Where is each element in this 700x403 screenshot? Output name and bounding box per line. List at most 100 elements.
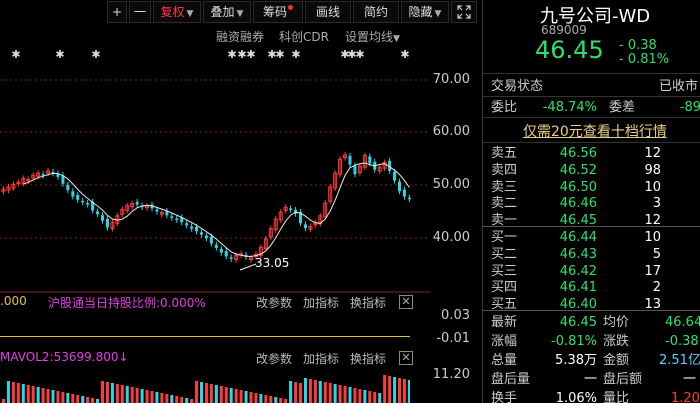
mavol-label: MAVOL2:53699.800↓	[0, 350, 129, 364]
volume-bar	[388, 376, 392, 403]
volume-bar	[373, 392, 377, 403]
indicator1-add-button[interactable]: 加指标	[303, 294, 339, 311]
expand-button[interactable]	[451, 1, 477, 23]
stats-row-4: 盘后量 一 盘后额 一	[483, 370, 700, 389]
indicator2-switch-button[interactable]: 换指标	[350, 350, 386, 367]
divider	[483, 226, 700, 227]
volume-bar	[214, 385, 218, 403]
event-marker-icon[interactable]: ✱	[246, 48, 255, 61]
volume-bar	[71, 394, 75, 403]
indicator2-modify-button[interactable]: 改参数	[256, 350, 292, 367]
volume-bar	[130, 387, 134, 403]
volume-bar	[2, 399, 5, 403]
diejia-button[interactable]: 叠加 ▼	[203, 1, 251, 23]
volume-bar	[120, 385, 124, 403]
weibi-row: 委比 -48.74% 委差 -89	[483, 98, 700, 117]
volume-bar	[407, 380, 410, 403]
event-marker-icon[interactable]: ✱	[91, 48, 100, 61]
volume-bar	[269, 396, 273, 403]
indicator2-close-icon[interactable]: ✕	[399, 351, 413, 365]
candle-body	[135, 201, 139, 205]
volume-bar	[26, 385, 30, 403]
zhangfu-label: 涨幅	[491, 334, 518, 349]
huaxian-button[interactable]: 画线	[305, 1, 351, 23]
expand-icon	[457, 5, 471, 19]
volume-bar	[6, 381, 10, 403]
mavol-value: MAVOL2:53699.800	[0, 350, 119, 364]
divider	[483, 310, 700, 311]
volume-bar	[303, 378, 307, 403]
event-marker-icon[interactable]: ✱	[355, 48, 364, 61]
volume-bar	[343, 386, 347, 403]
candle-body	[200, 232, 203, 235]
event-marker-icon[interactable]: ✱	[400, 48, 409, 61]
candle-body	[170, 216, 174, 218]
bid-label: 买五	[491, 297, 518, 313]
event-marker-icon[interactable]: ✱	[227, 48, 236, 61]
volume-bar	[66, 393, 70, 403]
volume-bar	[185, 398, 189, 403]
bid-row[interactable]: 买五 46.40 13	[483, 295, 700, 314]
event-marker-icon[interactable]: ✱	[275, 48, 284, 61]
volume-bar	[254, 393, 258, 403]
ytick-50: 50.00	[432, 177, 470, 192]
volume-bar	[284, 399, 288, 403]
stats-row-1: 最新 46.45 均价 46.64	[483, 313, 700, 332]
indicator1-modify-button[interactable]: 改参数	[256, 294, 292, 311]
candle-body	[185, 223, 189, 226]
liangbi-value: 1.20	[671, 391, 700, 403]
rzrq-link[interactable]: 融资融券	[216, 28, 264, 45]
volume-bar	[160, 393, 164, 403]
volume-bar	[91, 398, 95, 403]
chevron-down-icon: ▼	[393, 34, 400, 44]
candle-body	[66, 184, 70, 191]
kcdr-link[interactable]: 科创CDR	[279, 28, 329, 45]
volume-bar	[393, 377, 397, 403]
fuquan-button[interactable]: 复权 ▼	[153, 1, 201, 23]
candle-body	[353, 165, 357, 175]
volume-bar	[86, 397, 90, 403]
volume-bar	[219, 386, 223, 403]
volume-bar	[56, 391, 60, 403]
divider	[483, 73, 700, 74]
candle-body	[86, 202, 90, 205]
volume-bar	[264, 395, 268, 403]
volume-bar	[175, 396, 179, 403]
indicator2-add-button[interactable]: 加指标	[303, 350, 339, 367]
volume-bar	[313, 380, 317, 403]
volume-bar	[294, 382, 298, 403]
volume-bar	[333, 384, 337, 403]
set-ma-button[interactable]: 设置均线▼	[345, 28, 400, 45]
indicator1-close-icon[interactable]: ✕	[399, 295, 413, 309]
ytick-60: 60.00	[432, 124, 470, 139]
chouma-button[interactable]: 筹码	[253, 1, 303, 23]
candle-body	[219, 248, 223, 253]
volume-bar	[96, 399, 100, 403]
status-row: 交易状态 已收市	[483, 77, 700, 96]
promo-link[interactable]: 仅需20元查看十档行情	[523, 121, 667, 141]
yincang-button[interactable]: 隐藏 ▼	[401, 1, 449, 23]
bid-price: 46.40	[559, 297, 597, 313]
event-marker-icon[interactable]: ✱	[55, 48, 64, 61]
panhouliang-value: 一	[583, 372, 597, 387]
event-marker-icon[interactable]: ✱	[291, 48, 300, 61]
volume-bar	[363, 390, 367, 403]
candlestick-chart[interactable]: ✱ ✱ ✱ ✱ ✱ ✱ ✱✱ ✱ ✱✱✱ ✱	[0, 44, 482, 294]
status-value: 已收市	[659, 79, 699, 94]
divider	[483, 117, 700, 118]
event-marker-icon[interactable]: ✱	[11, 48, 20, 61]
zhangdie-label: 涨跌	[603, 334, 630, 349]
volume-bar	[41, 388, 45, 403]
event-marker-icon[interactable]: ✱	[237, 48, 246, 61]
stats-row-5: 换手 1.06% 量比 1.20	[483, 389, 700, 403]
zoom-in-button[interactable]: +	[107, 1, 127, 23]
divider	[483, 142, 700, 143]
volume-bar	[328, 383, 332, 403]
weicha-label: 委差	[609, 100, 636, 115]
jianyue-button[interactable]: 简约	[353, 1, 399, 23]
indicator1-switch-button[interactable]: 换指标	[350, 294, 386, 311]
zuixin-value: 46.45	[559, 315, 597, 330]
zoom-out-button[interactable]: 一	[129, 1, 151, 23]
low-price-label: 33.05	[255, 256, 290, 270]
indicator1-tick-bottom: -0.01	[436, 331, 470, 346]
